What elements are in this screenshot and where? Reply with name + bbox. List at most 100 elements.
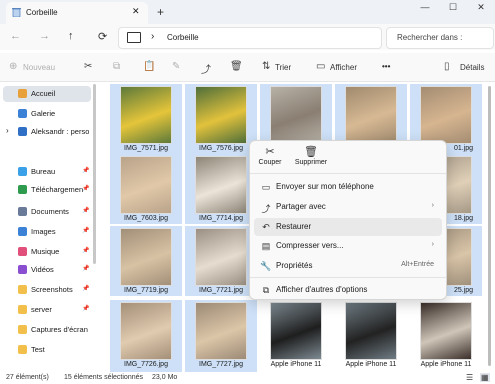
expand-chevron-icon[interactable]: › [6,126,9,135]
file-name: Apple iPhone 11 [420,361,472,368]
sidebar-item[interactable]: Galerie [0,106,92,122]
refresh-button[interactable]: ⟳ [98,30,107,43]
back-button[interactable]: ← [10,30,21,42]
sidebar-item[interactable]: Téléchargemen 📌 [0,182,92,198]
photo-thumbnail [120,86,172,144]
recycle-bin-icon [12,7,21,18]
menu-item-accessory: Alt+Entrée [401,261,434,268]
menu-item-more-options[interactable]: ⧉ Afficher d'autres d'options [254,281,442,299]
sort-button[interactable]: Trier [275,63,291,72]
sidebar-item[interactable]: Screenshots 📌 [0,282,92,298]
sidebar-item[interactable]: Documents 📌 [0,204,92,220]
file-item[interactable]: IMG_7727.jpg [185,300,257,372]
tiles-view-icon[interactable]: ▦ [480,373,490,382]
share-icon[interactable]: ⤴ [201,61,211,76]
file-item[interactable]: IMG_7721.jpg [185,226,257,296]
folder-icon [18,247,27,256]
search-input[interactable]: Rechercher dans : [386,27,494,49]
file-item[interactable]: IMG_7726.jpg [110,300,182,372]
menu-icon: ⤴ [261,204,271,214]
breadcrumb[interactable]: Corbeille [167,33,199,42]
menu-item-properties[interactable]: 🔧 Propriétés Alt+Entrée [254,257,442,275]
folder-icon [18,167,27,176]
close-tab-icon[interactable]: ✕ [132,6,140,17]
paste-icon[interactable]: 📋 [143,61,155,72]
file-item[interactable]: IMG_7714.jpg [185,154,257,224]
new-icon: ⊕ [9,61,18,72]
sidebar-item-label: Images [31,227,56,236]
photo-thumbnail [120,302,172,360]
content-scrollbar[interactable] [488,86,491,366]
menu-item-label: Compresser vers... [276,241,344,250]
view-icon: ▭ [316,61,326,72]
file-name: 25.jpg [454,287,474,294]
cut-icon[interactable]: ✂ [84,61,92,72]
tab-corbeille[interactable]: Corbeille ✕ [6,2,148,24]
folder-icon [18,109,27,118]
menu-item-restaurer[interactable]: ↶ Restaurer [254,218,442,236]
minimize-button[interactable]: — [412,2,438,16]
status-bar: 27 élément(s) 15 éléments sélectionnés 2… [0,372,495,384]
new-button[interactable]: Nouveau [23,63,55,72]
file-name: Apple iPhone 11 [345,361,397,368]
new-tab-button[interactable]: + [157,5,164,19]
file-name: IMG_7727.jpg [199,361,243,368]
cut-menu-button[interactable]: ✂ Couper [254,145,286,166]
pin-icon: 📌 [82,186,90,192]
forward-button[interactable]: → [39,30,50,42]
pin-icon: 📌 [82,168,90,174]
photo-thumbnail [120,156,172,214]
file-item[interactable]: Apple iPhone 11 [335,300,407,372]
menu-item-share-with[interactable]: ⤴ Partager avec › [254,198,442,216]
sidebar-item-label: Vidéos [31,265,54,274]
file-item[interactable]: IMG_7603.jpg [110,154,182,224]
file-item[interactable]: IMG_7576.jpg [185,84,257,154]
photo-thumbnail [345,302,397,360]
selection-size: 23,0 Mo [152,374,178,381]
file-item[interactable]: IMG_7571.jpg [110,84,182,154]
address-bar[interactable]: › Corbeille [118,27,382,49]
menu-divider [250,277,446,278]
details-button[interactable]: Détails [460,63,484,72]
photo-thumbnail [195,86,247,144]
photo-thumbnail [345,86,397,144]
sidebar-item[interactable]: Test [0,342,92,358]
sidebar-item-label: Bureau [31,167,56,176]
sidebar-item-label: Galerie [31,109,56,118]
up-button[interactable]: ↑ [68,30,74,42]
menu-item-compress[interactable]: ▤ Compresser vers... › [254,237,442,255]
file-item[interactable]: IMG_7719.jpg [110,226,182,296]
menu-divider [250,173,446,174]
sidebar-item[interactable]: Bureau 📌 [0,164,92,180]
folder-icon [18,89,27,98]
close-window-button[interactable]: ✕ [468,2,494,16]
sidebar-item[interactable]: › Aleksandr : perso [0,124,92,140]
sidebar-item[interactable]: server 📌 [0,302,92,318]
pin-icon: 📌 [82,266,90,272]
sidebar-item[interactable]: Images 📌 [0,224,92,240]
folder-icon [18,185,27,194]
file-item[interactable]: Apple iPhone 11 [260,300,332,372]
file-item[interactable]: Apple iPhone 11 [410,300,482,372]
sidebar-item[interactable]: Captures d'écran [0,322,92,338]
menu-item-label: Restaurer [276,222,312,231]
photo-thumbnail [195,156,247,214]
details-view-icon[interactable]: ☰ [466,373,473,382]
more-options-button[interactable]: ••• [382,62,390,71]
delete-menu-button[interactable]: 🗑 Supprimer [292,145,330,166]
menu-item-label: Propriétés [276,261,313,270]
pin-icon: 📌 [82,228,90,234]
sidebar-item[interactable]: Musique 📌 [0,244,92,260]
view-button[interactable]: Afficher [330,63,357,72]
sidebar-item[interactable]: Vidéos 📌 [0,262,92,278]
menu-item-send-phone[interactable]: ▭ Envoyer sur mon téléphone [254,178,442,196]
cut-label: Couper [258,159,282,166]
pin-icon: 📌 [82,286,90,292]
sidebar-scrollbar[interactable] [93,84,96,264]
photo-thumbnail [120,228,172,286]
sidebar-item[interactable]: Accueil [3,86,91,102]
delete-icon[interactable]: 🗑 [230,61,243,72]
copy-icon[interactable]: ⧉ [113,61,120,72]
maximize-button[interactable]: ☐ [440,2,466,16]
rename-icon[interactable]: ✎ [172,61,180,72]
